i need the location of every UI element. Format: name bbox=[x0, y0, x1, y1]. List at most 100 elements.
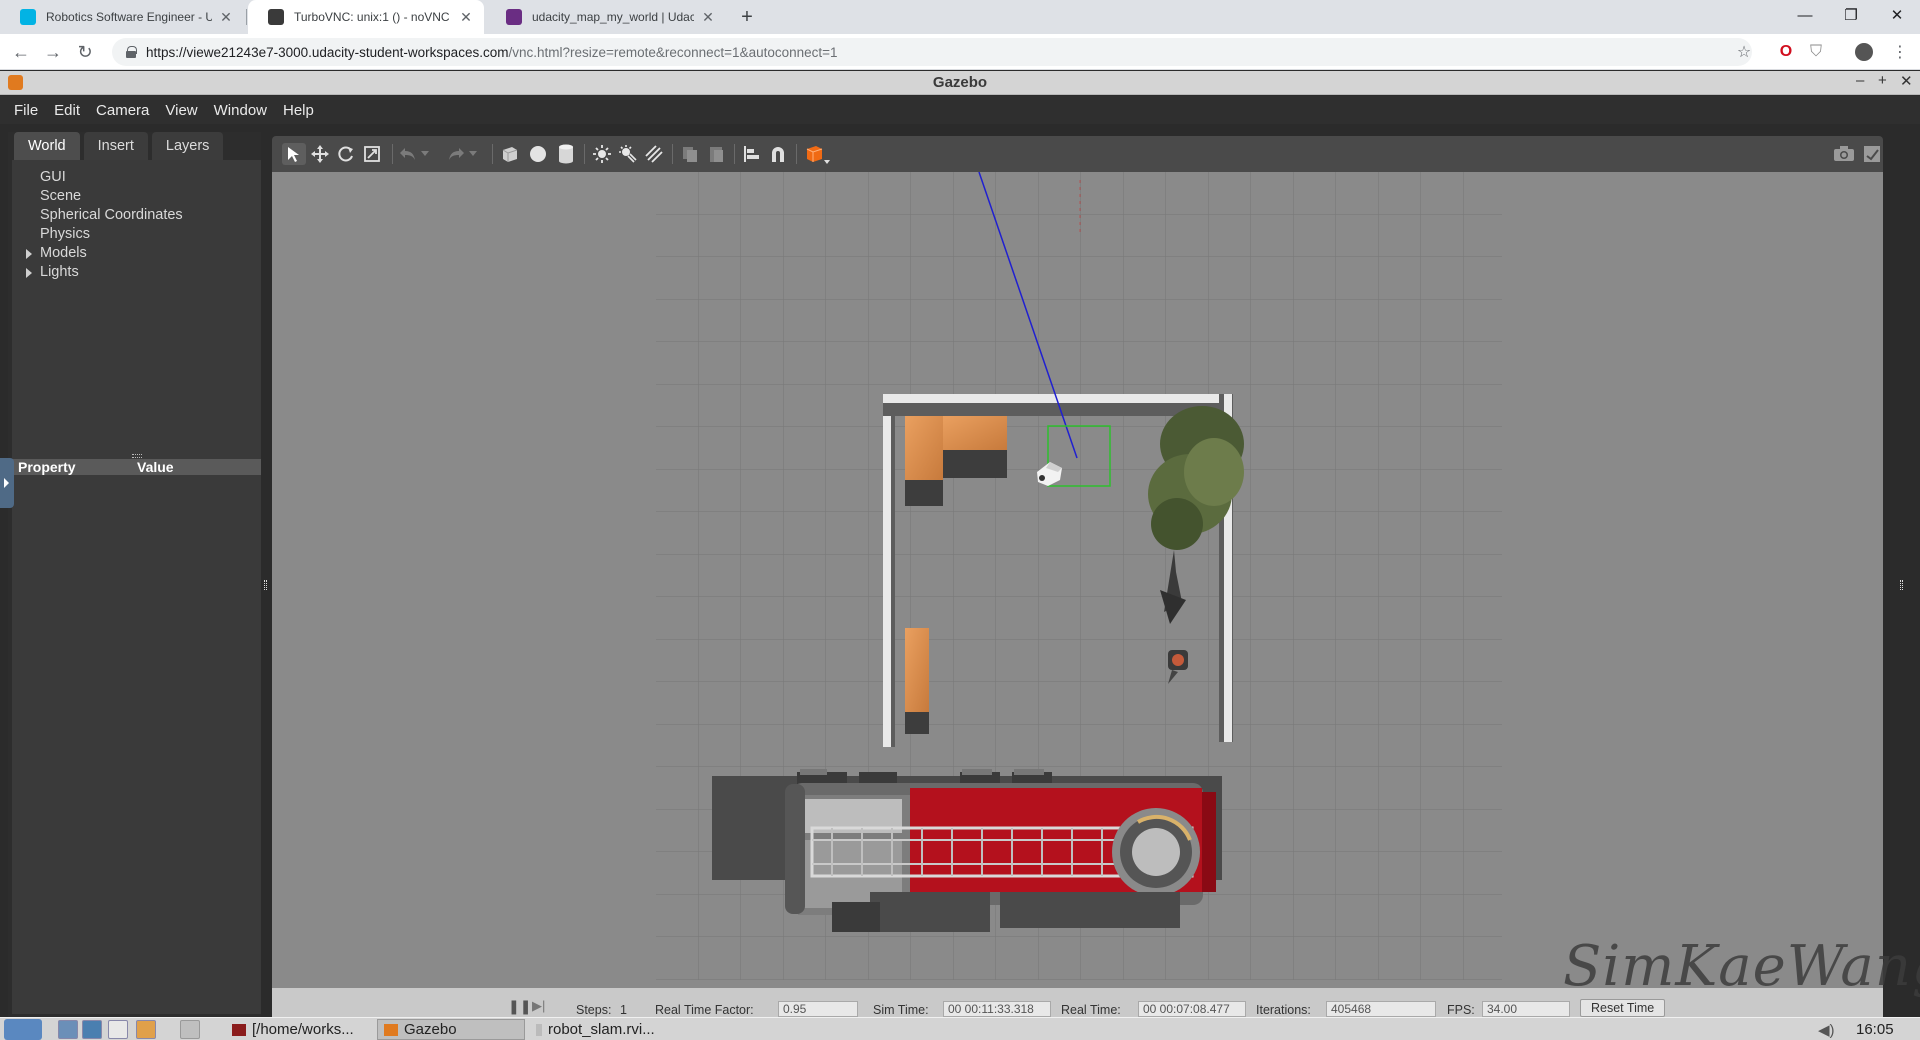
gazebo-launcher-icon[interactable] bbox=[136, 1020, 156, 1039]
menu-edit[interactable]: Edit bbox=[52, 102, 82, 119]
cylinder-shape-icon[interactable] bbox=[554, 143, 578, 165]
terminal-launcher-icon[interactable] bbox=[82, 1020, 102, 1039]
reload-icon[interactable]: ↻ bbox=[72, 40, 98, 64]
bookmark-star-icon[interactable]: ☆ bbox=[1734, 42, 1754, 62]
rotate-mode-icon[interactable] bbox=[334, 143, 358, 165]
sim-time-label: Sim Time: bbox=[873, 1003, 929, 1017]
right-panel-strip bbox=[1883, 132, 1920, 1017]
left-panel-collapse-handle[interactable] bbox=[0, 458, 14, 508]
address-bar[interactable]: https://viewe21243e7-3000.udacity-studen… bbox=[112, 38, 1752, 66]
forward-icon[interactable]: → bbox=[40, 40, 66, 64]
browser-tab-robotics[interactable]: Robotics Software Engineer - Uda ✕ bbox=[0, 0, 244, 34]
tree-item-spherical-coordinates[interactable]: Spherical Coordinates bbox=[12, 206, 261, 225]
snap-magnet-icon[interactable] bbox=[766, 143, 790, 165]
tree-item-scene[interactable]: Scene bbox=[12, 187, 261, 206]
new-tab-icon[interactable]: + bbox=[736, 0, 758, 34]
redo-history-dropdown-icon[interactable] bbox=[466, 143, 480, 165]
undo-icon[interactable] bbox=[396, 143, 420, 165]
show-desktop-icon[interactable] bbox=[58, 1020, 78, 1039]
browser-tab-map-my-world[interactable]: udacity_map_my_world | Udacity ✕ bbox=[486, 0, 726, 34]
iterations-label: Iterations: bbox=[1256, 1003, 1311, 1017]
volume-icon[interactable]: ◀) bbox=[1816, 1019, 1838, 1040]
panel-splitter-handle[interactable] bbox=[132, 454, 142, 458]
task-rviz[interactable]: robot_slam.rvi... bbox=[530, 1019, 678, 1040]
scene-render[interactable] bbox=[272, 172, 1883, 988]
tree-item-gui[interactable]: GUI bbox=[12, 168, 261, 187]
back-icon[interactable]: ← bbox=[8, 40, 34, 64]
right-splitter-grip-icon[interactable] bbox=[1900, 580, 1903, 590]
close-tab-icon[interactable]: ✕ bbox=[458, 9, 474, 26]
os-taskbar: [/home/works... Gazebo robot_slam.rvi...… bbox=[0, 1017, 1920, 1040]
gazebo-menu-bar: File Edit Camera View Window Help bbox=[0, 96, 1920, 124]
browser-tab-turbovnc[interactable]: TurboVNC: unix:1 () - noVNC ✕ bbox=[248, 0, 484, 34]
close-icon[interactable]: ✕ bbox=[1900, 72, 1913, 90]
menu-help[interactable]: Help bbox=[281, 102, 316, 119]
task-terminal[interactable]: [/home/works... bbox=[226, 1019, 372, 1040]
close-tab-icon[interactable]: ✕ bbox=[218, 9, 234, 26]
property-table: Property Value bbox=[12, 459, 261, 1014]
chrome-menu-icon[interactable]: ⋮ bbox=[1890, 42, 1910, 62]
tree-item-lights[interactable]: Lights bbox=[12, 263, 261, 282]
close-tab-icon[interactable]: ✕ bbox=[700, 9, 716, 26]
workspace-favicon-icon bbox=[506, 9, 522, 25]
reset-time-button[interactable]: Reset Time bbox=[1580, 999, 1666, 1017]
expand-arrow-icon[interactable] bbox=[26, 249, 32, 259]
spot-light-icon[interactable] bbox=[616, 143, 640, 165]
scale-mode-icon[interactable] bbox=[360, 143, 384, 165]
pause-icon[interactable]: ❚❚ bbox=[508, 998, 531, 1015]
close-window-icon[interactable]: ✕ bbox=[1874, 0, 1920, 30]
directional-light-icon[interactable] bbox=[642, 143, 666, 165]
restore-window-icon[interactable]: ❐ bbox=[1828, 0, 1874, 30]
watermark-text: SimKaeWang bbox=[1563, 934, 1920, 999]
profile-avatar[interactable] bbox=[1854, 42, 1874, 62]
point-light-icon[interactable] bbox=[590, 143, 614, 165]
align-icon[interactable] bbox=[740, 143, 764, 165]
start-menu-icon[interactable] bbox=[4, 1019, 42, 1040]
minimize-window-icon[interactable]: — bbox=[1782, 0, 1828, 30]
select-mode-icon[interactable] bbox=[282, 143, 306, 165]
log-data-icon[interactable] bbox=[1860, 143, 1884, 165]
left-splitter[interactable] bbox=[261, 132, 271, 1017]
gazebo-title-bar: Gazebo – + ✕ bbox=[0, 71, 1920, 95]
vnc-favicon-icon bbox=[268, 9, 284, 25]
minimize-icon[interactable]: – bbox=[1856, 72, 1864, 89]
menu-window[interactable]: Window bbox=[212, 102, 269, 119]
menu-file[interactable]: File bbox=[12, 102, 40, 119]
paste-icon[interactable] bbox=[704, 143, 728, 165]
expand-arrow-icon[interactable] bbox=[26, 268, 32, 278]
terminal-task-icon bbox=[232, 1023, 246, 1036]
redo-icon[interactable] bbox=[444, 143, 468, 165]
clock: 16:05 bbox=[1856, 1021, 1894, 1038]
browser-tab-bar: Robotics Software Engineer - Uda ✕ Turbo… bbox=[0, 0, 1920, 34]
property-column-header: Property bbox=[18, 459, 76, 475]
tab-world[interactable]: World bbox=[14, 132, 80, 160]
gazebo-toolbar bbox=[272, 136, 1883, 172]
task-gazebo[interactable]: Gazebo bbox=[377, 1019, 525, 1040]
workspace-switcher[interactable] bbox=[180, 1020, 200, 1039]
tab-insert[interactable]: Insert bbox=[83, 132, 148, 160]
undo-history-dropdown-icon[interactable] bbox=[418, 143, 432, 165]
menu-camera[interactable]: Camera bbox=[94, 102, 151, 119]
gazebo-task-icon bbox=[384, 1023, 398, 1036]
file-manager-icon[interactable] bbox=[108, 1020, 128, 1039]
cabinet-left-wall bbox=[905, 628, 929, 734]
screenshot-camera-icon[interactable] bbox=[1832, 143, 1856, 165]
menu-view[interactable]: View bbox=[163, 102, 199, 119]
tree-item-models[interactable]: Models bbox=[12, 244, 261, 263]
opera-extension-icon[interactable]: O bbox=[1776, 42, 1796, 62]
steps-value: 1 bbox=[620, 1003, 627, 1017]
sim-time-value: 00 00:11:33.318 bbox=[943, 1001, 1051, 1017]
sphere-shape-icon[interactable] bbox=[526, 143, 550, 165]
copy-icon[interactable] bbox=[678, 143, 702, 165]
view-angle-dropdown-icon[interactable] bbox=[802, 143, 832, 165]
box-shape-icon[interactable] bbox=[498, 143, 522, 165]
splitter-grip-icon[interactable] bbox=[264, 580, 267, 590]
maximize-icon[interactable]: + bbox=[1878, 72, 1887, 89]
step-icon[interactable]: ▶| bbox=[532, 998, 545, 1014]
iterations-value: 405468 bbox=[1326, 1001, 1436, 1017]
tree-item-physics[interactable]: Physics bbox=[12, 225, 261, 244]
shield-extension-icon[interactable]: ⛉ bbox=[1806, 42, 1826, 62]
tab-layers[interactable]: Layers bbox=[151, 132, 224, 160]
translate-mode-icon[interactable] bbox=[308, 143, 332, 165]
scene-viewport[interactable] bbox=[272, 172, 1883, 988]
